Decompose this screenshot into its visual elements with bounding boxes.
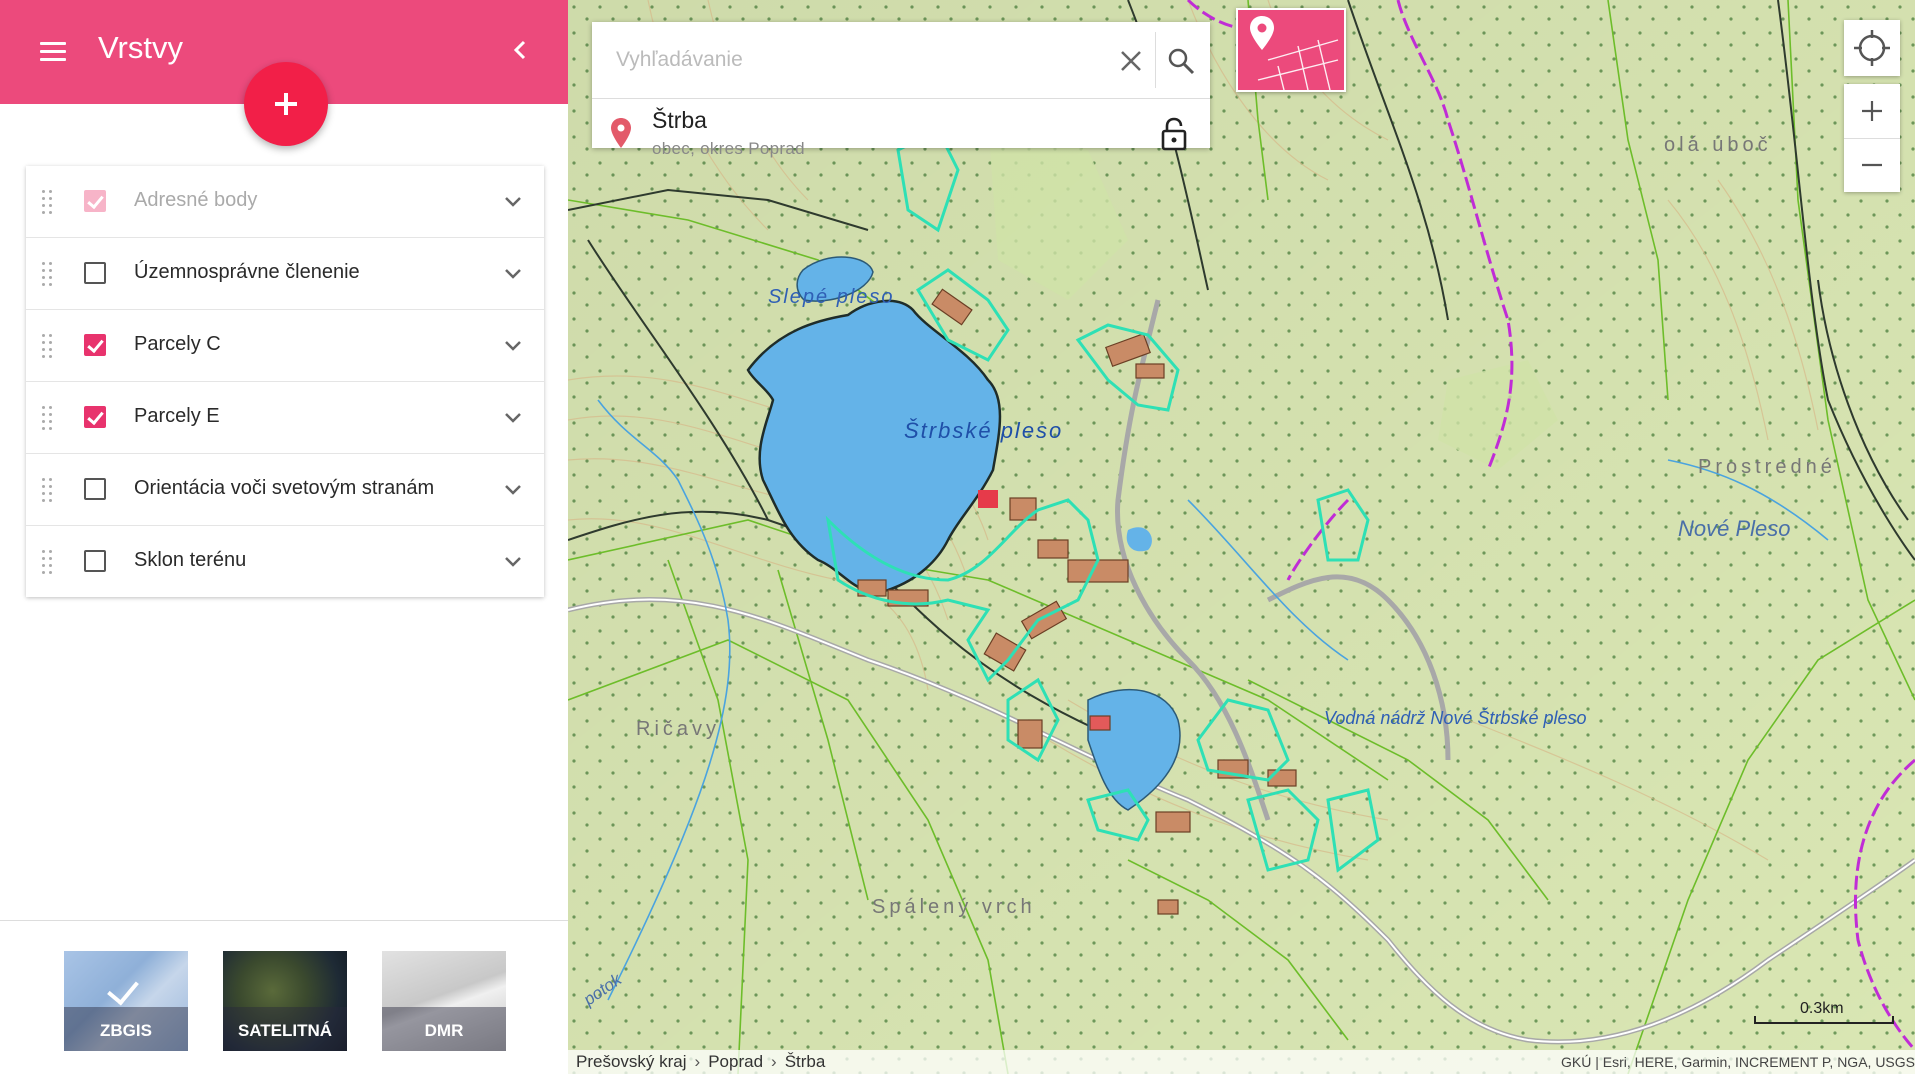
breadcrumb-item[interactable]: Poprad	[708, 1052, 763, 1071]
layer-item[interactable]: Adresné body	[26, 166, 544, 238]
hamburger-icon[interactable]	[38, 38, 70, 64]
search-result-item[interactable]: Štrba obec, okres Poprad	[592, 99, 1210, 158]
map-label-ricavy: Ričavy	[636, 718, 721, 740]
zoom-control	[1844, 84, 1900, 192]
layer-checkbox[interactable]	[84, 190, 106, 212]
divider	[1155, 32, 1156, 88]
layer-checkbox[interactable]	[84, 334, 106, 356]
basemap-switcher: ZBGIS SATELITNÁ DMR	[0, 920, 568, 1089]
breadcrumb-item[interactable]: Prešovský kraj	[576, 1052, 687, 1071]
layer-checkbox[interactable]	[84, 406, 106, 428]
layer-list: Adresné body Územnosprávne členenie Parc…	[26, 166, 544, 597]
result-subtitle: obec, okres Poprad	[652, 139, 805, 158]
lock-open-icon[interactable]	[1160, 117, 1188, 151]
layer-label: Územnosprávne členenie	[134, 261, 360, 283]
basemap-label: ZBGIS	[64, 1007, 188, 1051]
layer-item[interactable]: Orientácia voči svetovým stranám	[26, 454, 544, 526]
zoom-in-button[interactable]	[1844, 84, 1900, 139]
breadcrumb-item[interactable]: Štrba	[785, 1052, 826, 1071]
location-pin-icon	[610, 117, 632, 149]
minus-icon	[1862, 163, 1882, 167]
basemap-label: DMR	[382, 1007, 506, 1051]
layer-label: Orientácia voči svetovým stranám	[134, 477, 435, 499]
drag-handle-icon[interactable]	[42, 190, 54, 216]
drag-handle-icon[interactable]	[42, 262, 54, 288]
chevron-down-icon[interactable]	[502, 264, 524, 284]
map-label-strbske-pleso: Štrbské pleso	[904, 418, 1064, 443]
drag-handle-icon[interactable]	[42, 334, 54, 360]
layer-label: Parcely C	[134, 333, 221, 355]
add-layer-button[interactable]	[244, 62, 328, 146]
result-name: Štrba	[652, 107, 707, 133]
layer-item[interactable]: Parcely C	[26, 310, 544, 382]
chevron-down-icon[interactable]	[502, 408, 524, 428]
map-label-vodna-nadrz: Vodná nádrž Nové Štrbské pleso	[1324, 708, 1587, 728]
chevron-down-icon[interactable]	[502, 480, 524, 500]
plus-icon	[1862, 101, 1882, 121]
layer-label: Sklon terénu	[134, 549, 247, 571]
chevron-down-icon[interactable]	[502, 552, 524, 572]
zoom-out-button[interactable]	[1844, 138, 1900, 192]
search-panel: Štrba obec, okres Poprad	[592, 22, 1210, 158]
map-label-olau-uboc: olá úboč	[1664, 134, 1772, 156]
chevron-right-icon: ›	[694, 1052, 701, 1071]
layer-checkbox[interactable]	[84, 550, 106, 572]
drag-handle-icon[interactable]	[42, 406, 54, 432]
map-label-spaleny-vrch: Spálený vrch	[872, 896, 1036, 918]
search-input[interactable]	[592, 22, 1104, 98]
map-attribution: GKÚ | Esri, HERE, Garmin, INCREMENT P, N…	[1561, 1054, 1915, 1070]
chevron-left-icon[interactable]	[508, 34, 532, 66]
layer-label: Parcely E	[134, 405, 220, 427]
layer-checkbox[interactable]	[84, 262, 106, 284]
map-label-slepe-pleso: Slepé pleso	[768, 286, 895, 308]
chevron-down-icon[interactable]	[502, 336, 524, 356]
layers-panel: Vrstvy Adresné body Územnosprávne členen…	[0, 0, 569, 1089]
layer-label: Adresné body	[134, 189, 258, 211]
panel-title: Vrstvy	[98, 30, 183, 65]
chevron-down-icon[interactable]	[502, 192, 524, 212]
layer-checkbox[interactable]	[84, 478, 106, 500]
drag-handle-icon[interactable]	[42, 478, 54, 504]
basemap-zbgis[interactable]: ZBGIS	[64, 951, 188, 1051]
map-canvas[interactable]: Slepé pleso Štrbské pleso Vodná nádrž No…	[568, 0, 1915, 1074]
layer-item[interactable]: Parcely E	[26, 382, 544, 454]
bottom-strip	[0, 1074, 1915, 1088]
basemap-label: SATELITNÁ	[223, 1007, 347, 1051]
locate-button[interactable]	[1844, 20, 1900, 76]
map-label-nove-pleso: Nové Pleso	[1678, 516, 1791, 541]
layer-item[interactable]: Sklon terénu	[26, 526, 544, 597]
drag-handle-icon[interactable]	[42, 550, 54, 576]
scale-bar	[1754, 1016, 1894, 1024]
chevron-right-icon: ›	[771, 1052, 777, 1071]
search-icon[interactable]	[1166, 46, 1196, 76]
layer-item[interactable]: Územnosprávne členenie	[26, 238, 544, 310]
map-label-prostredne: Prostredné	[1698, 456, 1836, 478]
map-footer: Prešovský kraj › Poprad › Štrba GKÚ | Esri, …	[568, 1050, 1915, 1074]
parcel-search-button[interactable]	[1236, 8, 1346, 92]
basemap-satellite[interactable]: SATELITNÁ	[223, 951, 347, 1051]
close-icon[interactable]	[1118, 48, 1144, 74]
breadcrumb: Prešovský kraj › Poprad › Štrba	[576, 1052, 825, 1072]
basemap-dmr[interactable]: DMR	[382, 951, 506, 1051]
crosshair-icon	[1854, 30, 1890, 66]
